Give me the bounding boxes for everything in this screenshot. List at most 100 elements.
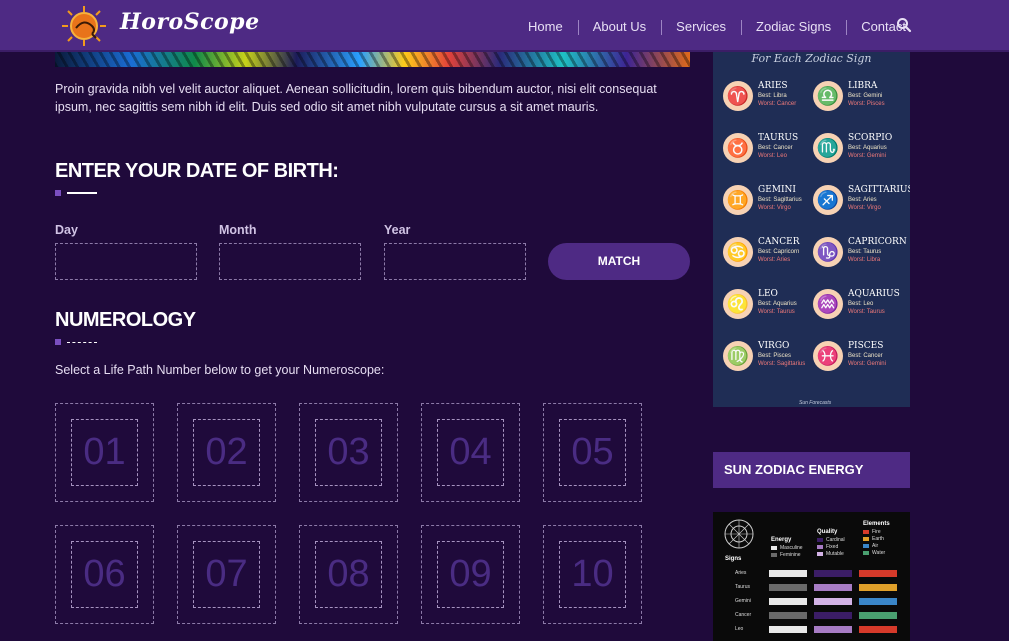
month-input[interactable] bbox=[219, 243, 361, 280]
life-path-number-06[interactable]: 06 bbox=[55, 525, 154, 624]
life-path-number-03[interactable]: 03 bbox=[299, 403, 398, 502]
quality-column-label: Quality bbox=[817, 529, 838, 535]
heading-underline bbox=[55, 190, 97, 196]
capricorn-icon: ♑ bbox=[813, 237, 843, 267]
elements-bar bbox=[859, 598, 897, 605]
virgo-icon: ♍ bbox=[723, 341, 753, 371]
life-path-number-label: 07 bbox=[205, 553, 248, 595]
sign-best-match: Best: Pisces bbox=[758, 353, 792, 359]
life-path-number-01[interactable]: 01 bbox=[55, 403, 154, 502]
sign-worst-match: Worst: Taurus bbox=[758, 309, 795, 315]
energy-row-label: Cancer bbox=[735, 612, 752, 618]
quality-bar bbox=[814, 584, 852, 591]
day-label: Day bbox=[55, 223, 78, 237]
sun-zodiac-heading: SUN ZODIAC ENERGY bbox=[713, 452, 910, 488]
leo-icon: ♌ bbox=[723, 289, 753, 319]
sign-name: LIBRA bbox=[848, 81, 878, 91]
menu-item-home[interactable]: Home bbox=[513, 19, 578, 34]
life-path-number-label: 05 bbox=[571, 431, 614, 473]
zodiac-sign-cancer: ♋ CANCER Best: Capricorn Worst: Aries bbox=[723, 235, 818, 275]
sign-worst-match: Worst: Aries bbox=[758, 257, 791, 263]
sign-name: PISCES bbox=[848, 341, 884, 351]
sign-best-match: Best: Aquarius bbox=[758, 301, 797, 307]
energy-bar bbox=[769, 570, 807, 577]
sign-name: LEO bbox=[758, 289, 778, 299]
life-path-number-label: 03 bbox=[327, 431, 370, 473]
image-signature: Sun Forecasts bbox=[799, 400, 832, 406]
scorpion-logo-icon[interactable] bbox=[54, 2, 114, 48]
life-path-number-label: 09 bbox=[449, 553, 492, 595]
life-path-number-09[interactable]: 09 bbox=[421, 525, 520, 624]
signs-column-label: Signs bbox=[725, 556, 742, 562]
elements-legend-label: Earth bbox=[872, 536, 884, 542]
pisces-icon: ♓ bbox=[813, 341, 843, 371]
zodiac-sign-gemini: ♊ GEMINI Best: Sagittarius Worst: Virgo bbox=[723, 183, 818, 223]
search-icon[interactable] bbox=[896, 17, 912, 33]
menu-item-about-us[interactable]: About Us bbox=[577, 19, 661, 35]
quality-legend-label: Fixed bbox=[826, 544, 839, 550]
sign-best-match: Best: Gemini bbox=[848, 93, 883, 99]
intro-paragraph: Proin gravida nibh vel velit auctor aliq… bbox=[55, 82, 657, 114]
sign-worst-match: Worst: Taurus bbox=[848, 309, 885, 315]
life-path-number-label: 02 bbox=[205, 431, 248, 473]
energy-legend-label: Feminine bbox=[780, 552, 801, 558]
zodiac-sign-capricorn: ♑ CAPRICORN Best: Taurus Worst: Libra bbox=[813, 235, 908, 275]
life-path-number-04[interactable]: 04 bbox=[421, 403, 520, 502]
elements-legend-swatch bbox=[863, 551, 869, 555]
life-path-number-label: 08 bbox=[327, 553, 370, 595]
quality-bar bbox=[814, 612, 852, 619]
sign-worst-match: Worst: Virgo bbox=[848, 205, 881, 211]
energy-legend-label: Masculine bbox=[780, 545, 803, 551]
menu-item-services[interactable]: Services bbox=[661, 19, 741, 35]
energy-bar bbox=[769, 598, 807, 605]
sign-best-match: Best: Cancer bbox=[758, 145, 793, 151]
sign-worst-match: Worst: Gemini bbox=[848, 153, 886, 159]
brand-name[interactable]: HoroScope bbox=[120, 9, 260, 35]
elements-bar bbox=[859, 626, 897, 633]
life-path-number-label: 06 bbox=[83, 553, 126, 595]
year-input[interactable] bbox=[384, 243, 526, 280]
sign-best-match: Best: Taurus bbox=[848, 249, 882, 255]
life-path-number-07[interactable]: 07 bbox=[177, 525, 276, 624]
sun-zodiac-energy-image: Signs Energy Quality Elements Masculine F… bbox=[713, 512, 910, 641]
zodiac-sign-aquarius: ♒ AQUARIUS Best: Leo Worst: Taurus bbox=[813, 287, 908, 327]
sign-name: GEMINI bbox=[758, 185, 796, 195]
zodiac-sign-scorpio: ♏ SCORPIO Best: Aquarius Worst: Gemini bbox=[813, 131, 908, 171]
life-path-number-10[interactable]: 10 bbox=[543, 525, 642, 624]
zodiac-sign-pisces: ♓ PISCES Best: Cancer Worst: Gemini bbox=[813, 339, 908, 379]
energy-bar bbox=[769, 626, 807, 633]
quality-bar bbox=[814, 570, 852, 577]
libra-icon: ♎ bbox=[813, 81, 843, 111]
zodiac-compatibility-image: For Each Zodiac Sign ♈ ARIES Best: Libra Wo… bbox=[713, 52, 910, 407]
life-path-number-08[interactable]: 08 bbox=[299, 525, 398, 624]
elements-legend-label: Fire bbox=[872, 529, 881, 535]
top-navbar: HoroScope Home About Us Services Zodiac … bbox=[0, 0, 1009, 52]
elements-bar bbox=[859, 612, 897, 619]
quality-bar bbox=[814, 598, 852, 605]
match-button[interactable]: MATCH bbox=[548, 243, 690, 280]
sign-worst-match: Worst: Leo bbox=[758, 153, 787, 159]
sign-worst-match: Worst: Virgo bbox=[758, 205, 791, 211]
sagittarius-icon: ♐ bbox=[813, 185, 843, 215]
menu-item-zodiac-signs[interactable]: Zodiac Signs bbox=[741, 19, 846, 35]
life-path-number-05[interactable]: 05 bbox=[543, 403, 642, 502]
year-label: Year bbox=[384, 223, 411, 237]
month-label: Month bbox=[219, 223, 257, 237]
scorpio-icon: ♏ bbox=[813, 133, 843, 163]
day-input[interactable] bbox=[55, 243, 197, 280]
sign-worst-match: Worst: Gemini bbox=[848, 361, 886, 367]
numerology-heading: NUMEROLOGY bbox=[55, 309, 196, 331]
zodiac-sign-virgo: ♍ VIRGO Best: Pisces Worst: Sagittarius bbox=[723, 339, 818, 379]
cancer-icon: ♋ bbox=[723, 237, 753, 267]
zodiac-sign-sagittarius: ♐ SAGITTARIUS Best: Aries Worst: Virgo bbox=[813, 183, 910, 223]
gemini-icon: ♊ bbox=[723, 185, 753, 215]
life-path-number-label: 10 bbox=[571, 553, 614, 595]
energy-bar bbox=[769, 612, 807, 619]
life-path-number-02[interactable]: 02 bbox=[177, 403, 276, 502]
dob-heading: ENTER YOUR DATE OF BIRTH: bbox=[55, 160, 339, 182]
zodiac-sign-libra: ♎ LIBRA Best: Gemini Worst: Pisces bbox=[813, 79, 908, 119]
sign-name: TAURUS bbox=[758, 133, 799, 143]
elements-legend-label: Air bbox=[872, 543, 879, 549]
main-menu: Home About Us Services Zodiac Signs Cont… bbox=[513, 0, 921, 52]
sign-name: VIRGO bbox=[758, 341, 790, 351]
